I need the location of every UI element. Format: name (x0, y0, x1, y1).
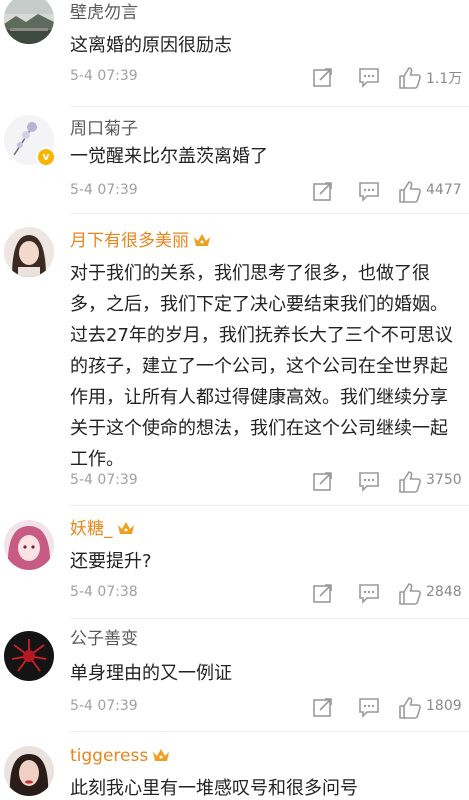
like-count: 2848 (426, 584, 462, 600)
comment-time: 5-4 07:39 (70, 68, 138, 84)
username[interactable]: 周口菊子 (70, 118, 138, 140)
share-icon[interactable] (312, 696, 334, 718)
comment-text: 单身理由的又一例证 (70, 663, 232, 684)
crown-icon (153, 749, 170, 761)
user-avatar[interactable] (4, 631, 54, 681)
like-count: 1809 (426, 698, 462, 714)
verified-badge: v (36, 147, 56, 167)
comment-item: 月下有很多美丽 对于我们的关系，我们思考了很多，也做了很多，之后，我们下定了决心… (0, 213, 469, 506)
like-icon[interactable] (398, 470, 422, 494)
username[interactable]: tiggeress (70, 745, 170, 767)
user-avatar[interactable] (4, 227, 54, 277)
comment-time: 5-4 07:39 (70, 182, 138, 198)
red-flower-avatar-icon (4, 631, 54, 681)
comment-item: 妖糖_ 还要提升? 5-4 07:38 2848 (0, 506, 469, 619)
share-icon[interactable] (312, 470, 334, 492)
comment-meta: 5-4 07:39 1809 (70, 696, 469, 720)
woman-avatar-icon (4, 746, 54, 796)
comment-text: 此刻我心里有一堆感叹号和很多问号 (70, 778, 358, 799)
landscape-avatar-icon (4, 0, 54, 44)
comment-item: 公子善变 单身理由的又一例证 5-4 07:39 1809 (0, 619, 469, 732)
comment-icon[interactable] (358, 470, 380, 492)
username-text: tiggeress (70, 746, 149, 766)
share-icon[interactable] (312, 66, 334, 88)
comment-icon[interactable] (358, 66, 380, 88)
like-count: 4477 (426, 182, 462, 198)
like-icon[interactable] (398, 180, 422, 204)
user-avatar[interactable] (4, 520, 54, 570)
comment-text: 还要提升? (70, 551, 152, 572)
user-avatar[interactable] (4, 0, 54, 44)
share-icon[interactable] (312, 582, 334, 604)
comment-meta: 5-4 07:39 4477 (70, 180, 469, 204)
user-avatar[interactable] (4, 746, 54, 796)
username[interactable]: 月下有很多美丽 (70, 230, 211, 252)
comment-time: 5-4 07:38 (70, 584, 138, 600)
comment-time: 5-4 07:39 (70, 698, 138, 714)
crown-icon (194, 234, 210, 246)
girl-avatar-icon (4, 227, 54, 277)
username[interactable]: 公子善变 (70, 628, 138, 650)
comment-text: 这离婚的原因很励志 (70, 35, 232, 56)
like-icon[interactable] (398, 696, 422, 720)
comment-item: v 周口菊子 一觉醒来比尔盖茨离婚了 5-4 07:39 4477 (0, 107, 469, 214)
comment-item: 壁虎勿言 这离婚的原因很励志 5-4 07:39 1.1万 (0, 0, 469, 112)
comment-icon[interactable] (358, 696, 380, 718)
username[interactable]: 壁虎勿言 (70, 2, 138, 24)
comment-meta: 5-4 07:39 1.1万 (70, 66, 469, 90)
comment-item: tiggeress 此刻我心里有一堆感叹号和很多问号 (0, 732, 469, 800)
like-icon[interactable] (398, 66, 422, 90)
comment-meta: 5-4 07:39 3750 (70, 470, 469, 494)
username-text: 妖糖_ (70, 519, 113, 539)
share-icon[interactable] (312, 180, 334, 202)
comment-icon[interactable] (358, 180, 380, 202)
comment-icon[interactable] (358, 582, 380, 604)
like-icon[interactable] (398, 582, 422, 606)
comment-text: 对于我们的关系，我们思考了很多，也做了很多，之后，我们下定了决心要结束我们的婚姻… (70, 263, 453, 470)
crown-icon (117, 522, 134, 534)
username[interactable]: 妖糖_ (70, 518, 135, 540)
username-text: 月下有很多美丽 (70, 231, 189, 251)
comment-text: 一觉醒来比尔盖茨离婚了 (70, 146, 268, 167)
comment-time: 5-4 07:39 (70, 472, 138, 488)
like-count: 1.1万 (426, 71, 463, 87)
like-count: 3750 (426, 472, 462, 488)
comment-meta: 5-4 07:38 2848 (70, 582, 469, 606)
anime-avatar-icon (4, 520, 54, 570)
